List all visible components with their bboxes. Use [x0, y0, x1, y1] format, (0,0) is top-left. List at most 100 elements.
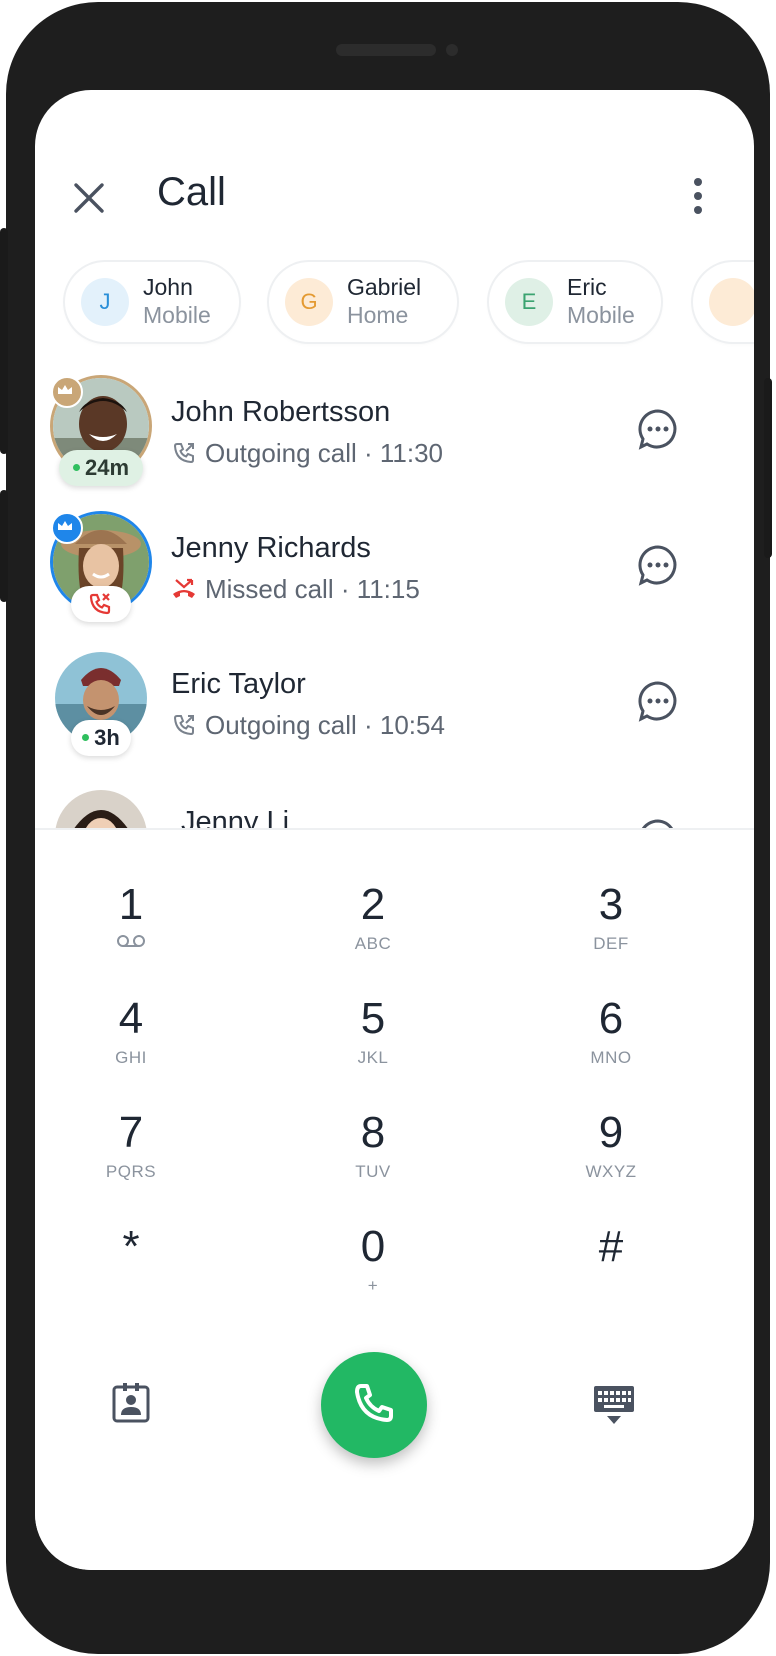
status-time: 3h [94, 725, 120, 750]
message-button[interactable] [637, 544, 679, 586]
favorite-chip-partial[interactable] [693, 262, 754, 342]
phone-icon [355, 1384, 393, 1422]
keyboard-icon [594, 1386, 634, 1424]
favorite-chip-gabriel[interactable]: G Gabriel Home [269, 262, 457, 342]
message-bubble-icon [638, 409, 677, 450]
more-options-button[interactable] [687, 176, 709, 216]
call-detail: Missed call · 11:15 [171, 574, 420, 605]
contact-name: Eric Taylor [171, 668, 306, 700]
contacts-button[interactable] [111, 1382, 151, 1424]
key-letters: JKL [357, 1048, 389, 1067]
chip-name: Eric [567, 274, 607, 300]
earpiece-speaker [336, 44, 436, 56]
key-digit: 1 [118, 880, 144, 929]
volume-button [0, 228, 8, 454]
chip-name: Gabriel [347, 274, 422, 300]
message-bubble-icon [638, 681, 677, 722]
dial-key-3[interactable]: 3 DEF [531, 880, 691, 980]
call-button[interactable] [321, 1352, 427, 1458]
call-detail-text: Missed call · 11:15 [205, 574, 420, 604]
key-digit: 9 [598, 1108, 624, 1157]
contact-name: John Robertsson [171, 396, 391, 428]
missed-call-badge-icon [89, 593, 111, 615]
missed-call-badge [71, 586, 131, 622]
message-button[interactable] [637, 680, 679, 722]
key-digit: 4 [118, 994, 144, 1043]
premium-crown-icon [51, 376, 83, 408]
key-digit: * [122, 1222, 140, 1271]
key-digit: 3 [598, 880, 624, 929]
call-detail: Outgoing call · 11:30 [171, 438, 443, 469]
chip-avatar: E [505, 278, 553, 326]
key-letters: TUV [355, 1162, 391, 1181]
page-title: Call [157, 170, 226, 214]
contact-card-icon [112, 1383, 150, 1423]
power-button-left [0, 490, 8, 602]
favorite-chip-eric[interactable]: E Eric Mobile [489, 262, 661, 342]
chip-avatar: J [81, 278, 129, 326]
call-log-row[interactable]: 24m John Robertsson Outgoing call · 11:3… [35, 376, 754, 510]
dial-key-6[interactable]: 6 MNO [531, 994, 691, 1094]
dial-key-hash[interactable]: # [531, 1222, 691, 1322]
premium-crown-icon [51, 512, 83, 544]
key-digit: 0 [360, 1222, 386, 1271]
dial-key-8[interactable]: 8 TUV [293, 1108, 453, 1208]
key-letters: + [367, 1276, 379, 1295]
key-letters: WXYZ [585, 1162, 637, 1181]
missed-call-icon [173, 579, 195, 599]
status-badge: 3h [71, 720, 131, 756]
call-detail-text: Outgoing call · 10:54 [205, 710, 445, 740]
outgoing-call-icon [173, 443, 194, 464]
contact-name: Jenny Richards [171, 532, 371, 564]
contact-avatar [51, 512, 153, 622]
call-log-row[interactable]: Jenny Richards Missed call · 11:15 [35, 512, 754, 646]
contact-avatar: 24m [51, 376, 153, 486]
key-digit: 6 [598, 994, 624, 1043]
key-letters: PQRS [105, 1162, 157, 1181]
chip-number-type: Mobile [567, 302, 635, 328]
key-letters: ABC [354, 934, 392, 953]
voicemail-icon [117, 935, 145, 947]
close-icon [74, 183, 104, 213]
key-digit: # [598, 1222, 624, 1271]
app-header: Call [35, 90, 754, 214]
contact-avatar: 3h [53, 652, 153, 756]
front-camera [446, 44, 458, 56]
key-letters: MNO [590, 1048, 632, 1067]
dial-key-4[interactable]: 4 GHI [51, 994, 211, 1094]
key-digit: 7 [118, 1108, 144, 1157]
screen: Call J John Mobile G Gabriel Home E Eric… [35, 90, 754, 1570]
dial-key-9[interactable]: 9 WXYZ [531, 1108, 691, 1208]
key-digit: 8 [360, 1108, 386, 1157]
dial-key-7[interactable]: 7 PQRS [51, 1108, 211, 1208]
call-detail: Outgoing call · 10:54 [171, 710, 445, 741]
key-letters: DEF [593, 934, 629, 953]
phone-frame: Call J John Mobile G Gabriel Home E Eric… [0, 2, 772, 1654]
key-digit: 5 [360, 994, 386, 1043]
call-log-row[interactable]: 3h Eric Taylor Outgoing call · 10:54 [35, 648, 754, 782]
favorites-chip-row: J John Mobile G Gabriel Home E Eric Mobi… [35, 262, 754, 348]
dial-key-5[interactable]: 5 JKL [293, 994, 453, 1094]
key-digit: 2 [360, 880, 386, 929]
status-time: 24m [84, 455, 130, 480]
message-bubble-icon [638, 545, 677, 586]
more-vertical-icon [694, 178, 702, 214]
status-badge: 24m [59, 450, 143, 486]
chip-number-type: Home [347, 302, 409, 328]
dial-key-star[interactable]: * [51, 1222, 211, 1322]
close-button[interactable] [69, 178, 109, 218]
dial-key-1[interactable]: 1 [51, 880, 211, 980]
chip-name: John [143, 274, 193, 300]
outgoing-call-icon [173, 715, 194, 736]
call-detail-text: Outgoing call · 11:30 [205, 438, 443, 468]
chip-number-type: Mobile [143, 302, 211, 328]
chip-avatar: G [285, 278, 333, 326]
message-button[interactable] [637, 408, 679, 450]
favorite-chip-john[interactable]: J John Mobile [65, 262, 239, 342]
chip-avatar [709, 278, 754, 326]
dial-key-0[interactable]: 0 + [293, 1222, 453, 1322]
key-letters: GHI [115, 1048, 147, 1067]
dial-key-2[interactable]: 2 ABC [293, 880, 453, 980]
side-button-right [764, 378, 772, 558]
keyboard-toggle-button[interactable] [592, 1384, 636, 1426]
